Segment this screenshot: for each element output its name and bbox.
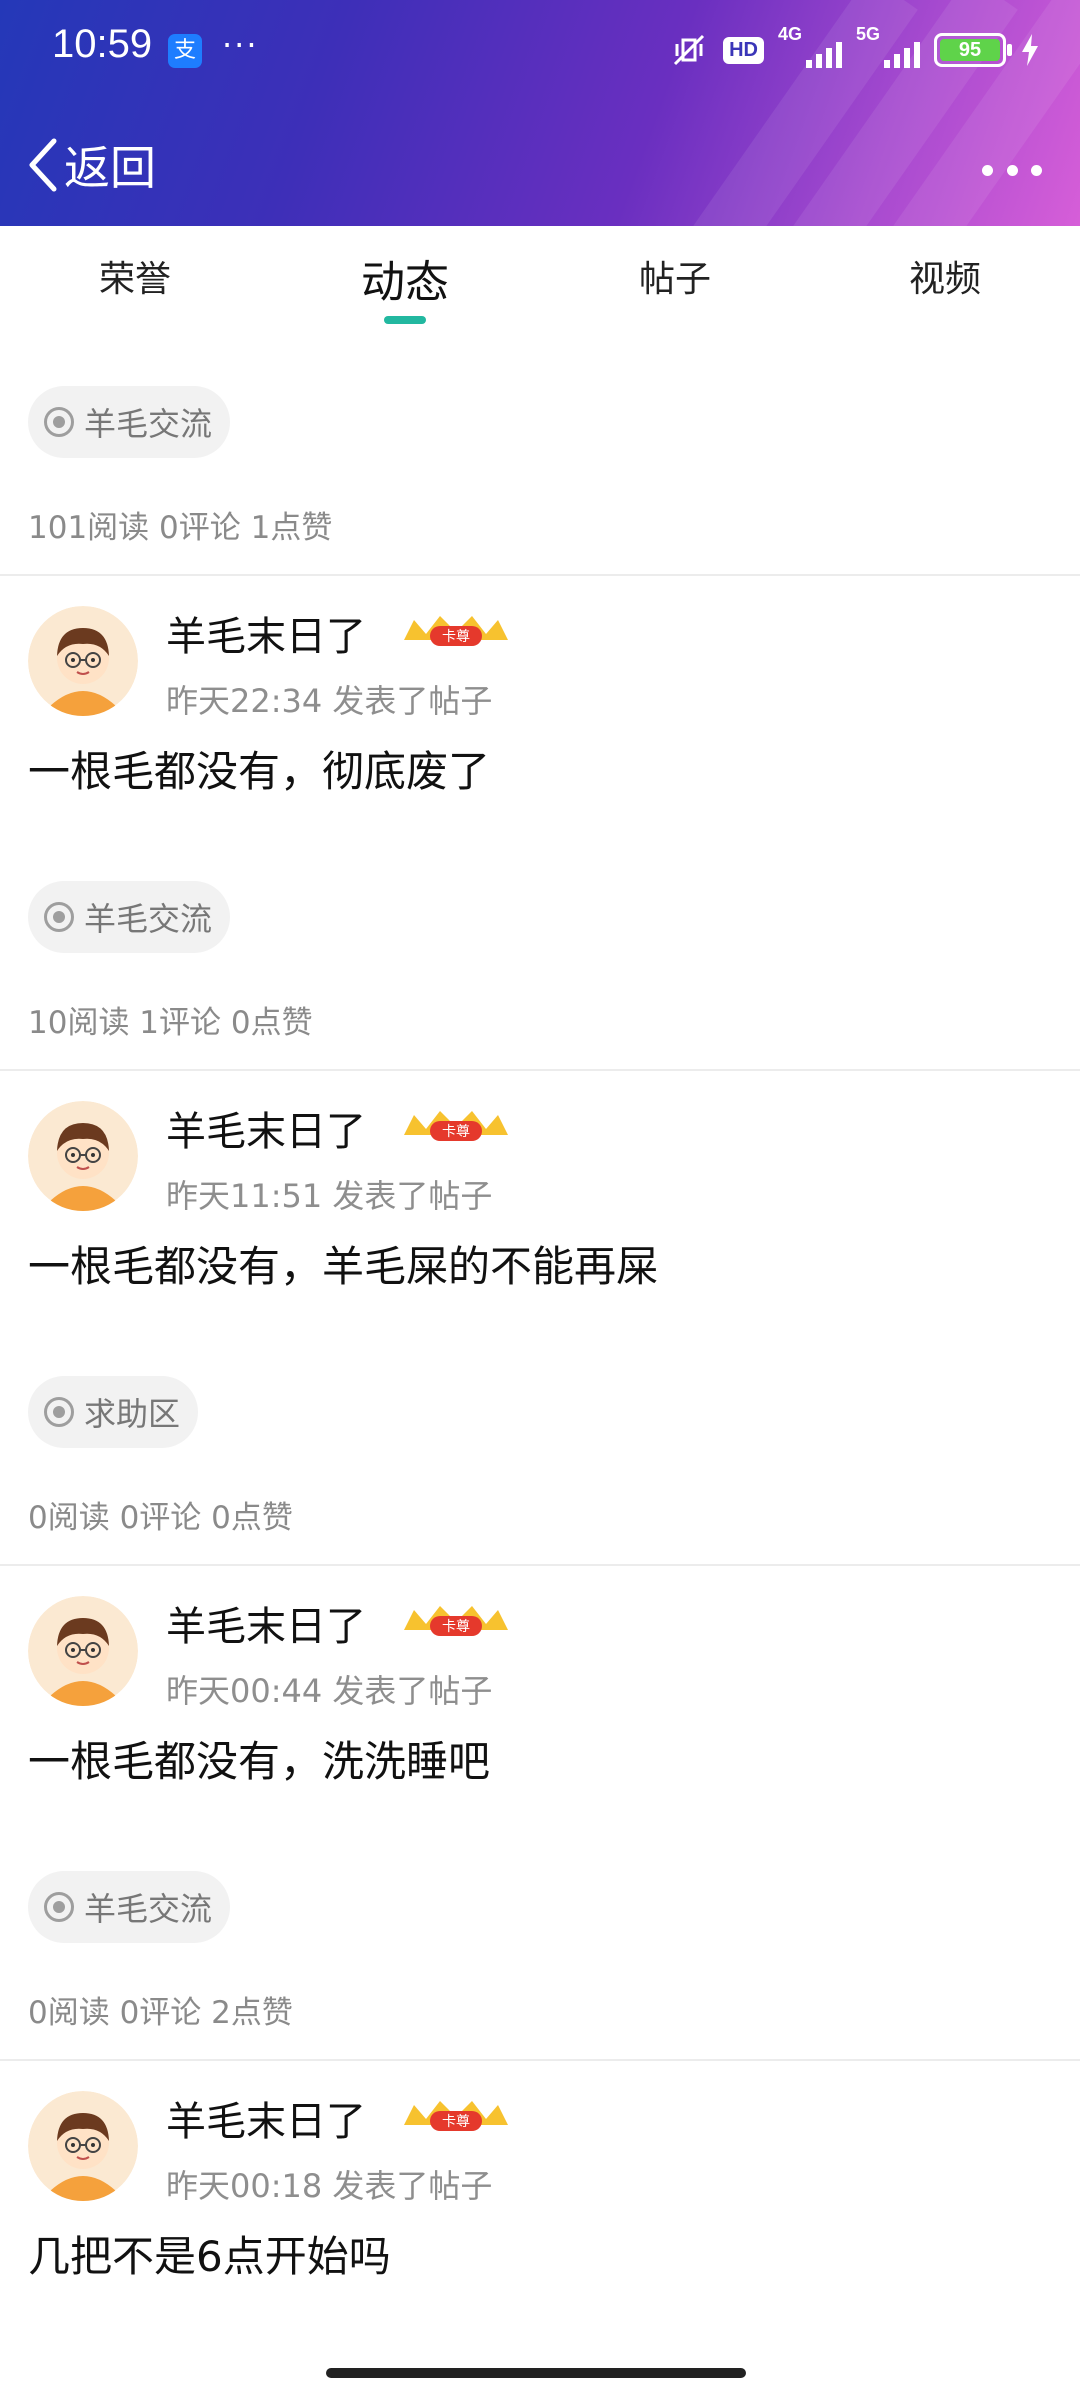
post-card[interactable]: 羊毛末日了 卡尊 昨天11:51 发表了帖子 一根毛都没有，羊毛屎的不能再屎 <box>0 1071 1080 1326</box>
notification-more-icon: ··· <box>222 26 259 64</box>
avatar-face-icon <box>28 1101 138 1211</box>
vip-crown-badge-icon: 卡尊 <box>404 1606 508 1636</box>
signal-5g-label: 5G <box>856 24 881 44</box>
author-name[interactable]: 羊毛末日了 <box>166 2089 366 2147</box>
post-meta: 昨天22:34 发表了帖子 <box>166 682 493 720</box>
avatar[interactable] <box>28 1101 138 1211</box>
signal-4g-label: 4G <box>778 24 803 44</box>
more-dot <box>1031 164 1042 176</box>
author-name[interactable]: 羊毛末日了 <box>166 604 366 662</box>
post-card[interactable]: 羊毛末日了 卡尊 昨天00:18 发表了帖子 几把不是6点开始吗 <box>0 2061 1080 2316</box>
feed-item: 羊毛交流 101阅读 0评论 1点赞 羊毛末日了 卡尊 昨天22:34 发表了帖… <box>0 336 1080 831</box>
vip-badge-text: 卡尊 <box>442 2113 470 2130</box>
post-stats: 0阅读 0评论 0点赞 <box>28 1500 293 1536</box>
vip-crown-badge-icon: 卡尊 <box>404 616 508 646</box>
topic-tag-label: 羊毛交流 <box>84 405 213 443</box>
post-content[interactable]: 几把不是6点开始吗 <box>28 2223 391 2284</box>
vip-crown-badge-icon: 卡尊 <box>404 1111 508 1141</box>
more-dot <box>1006 164 1018 176</box>
post-content[interactable]: 一根毛都没有，羊毛屎的不能再屎 <box>28 1233 658 1294</box>
vip-badge-text: 卡尊 <box>442 1618 470 1635</box>
chevron-left-icon <box>29 138 57 192</box>
alipay-icon: 支 <box>168 34 202 68</box>
charging-icon <box>1022 34 1038 66</box>
avatar[interactable] <box>28 2091 138 2201</box>
topic-icon <box>44 1397 74 1427</box>
avatar[interactable] <box>28 1596 138 1706</box>
post-stats: 0阅读 0评论 2点赞 <box>28 1995 293 2031</box>
topic-tag-chip[interactable]: 羊毛交流 <box>28 881 231 953</box>
status-time: 10:59 <box>52 22 153 66</box>
active-tab-indicator <box>384 316 426 324</box>
post-content[interactable]: 一根毛都没有，洗洗睡吧 <box>28 1728 490 1789</box>
battery-icon: 95 <box>934 33 1012 67</box>
back-button[interactable]: 返回 <box>26 130 156 200</box>
avatar-face-icon <box>28 606 138 716</box>
topic-icon <box>44 902 74 932</box>
avatar-face-icon <box>28 1596 138 1706</box>
tab-bar: 荣誉 动态 帖子 视频 <box>0 226 1080 336</box>
tab-videos[interactable]: 视频 <box>810 226 1080 336</box>
tab-label: 动态 <box>361 257 449 308</box>
post-card[interactable]: 羊毛末日了 卡尊 昨天00:44 发表了帖子 一根毛都没有，洗洗睡吧 <box>0 1566 1080 1821</box>
author-name[interactable]: 羊毛末日了 <box>166 1594 366 1652</box>
avatar-face-icon <box>28 2091 138 2201</box>
topic-tag-chip[interactable]: 羊毛交流 <box>28 1871 231 1943</box>
status-bar: 10:59 支 ··· HD 4G 5G 95 <box>0 0 1080 100</box>
topic-tag-label: 羊毛交流 <box>84 1890 213 1928</box>
topic-tag-label: 求助区 <box>84 1395 181 1433</box>
post-meta: 昨天00:18 发表了帖子 <box>166 2167 493 2205</box>
tab-label: 荣誉 <box>98 259 171 300</box>
vip-badge-text: 卡尊 <box>442 628 470 645</box>
more-dot <box>982 164 993 176</box>
feed-item: 羊毛交流 0阅读 0评论 2点赞 羊毛末日了 卡尊 昨天00:18 发表了帖子 … <box>0 1821 1080 2316</box>
avatar[interactable] <box>28 606 138 716</box>
feed-item: 羊毛交流 10阅读 1评论 0点赞 羊毛末日了 卡尊 昨天11:51 发表了帖子… <box>0 831 1080 1326</box>
vibrate-mute-icon <box>674 34 705 66</box>
battery-level: 95 <box>940 39 1000 61</box>
header: 10:59 支 ··· HD 4G 5G 95 返回 <box>0 0 1080 226</box>
vip-crown-badge-icon: 卡尊 <box>404 2101 508 2131</box>
vip-badge-text: 卡尊 <box>442 1123 470 1140</box>
back-label: 返回 <box>64 141 156 195</box>
tab-activity[interactable]: 动态 <box>270 226 540 336</box>
tab-posts[interactable]: 帖子 <box>540 226 810 336</box>
topic-icon <box>44 407 74 437</box>
topic-tag-label: 羊毛交流 <box>84 900 213 938</box>
signal-5g-icon: 5G <box>856 24 920 70</box>
more-menu-button[interactable] <box>982 150 1042 190</box>
home-indicator[interactable] <box>326 2368 746 2378</box>
post-meta: 昨天11:51 发表了帖子 <box>166 1177 493 1215</box>
hd-icon: HD <box>723 36 764 64</box>
topic-tag-chip[interactable]: 求助区 <box>28 1376 199 1448</box>
post-stats: 10阅读 1评论 0点赞 <box>28 1005 313 1041</box>
post-card[interactable]: 羊毛末日了 卡尊 昨天22:34 发表了帖子 一根毛都没有，彻底废了 <box>0 576 1080 831</box>
topic-icon <box>44 1892 74 1922</box>
tab-label: 视频 <box>908 259 981 300</box>
author-name[interactable]: 羊毛末日了 <box>166 1099 366 1157</box>
nav-bar: 返回 <box>0 120 1080 220</box>
tab-label: 帖子 <box>638 259 711 300</box>
tab-honor[interactable]: 荣誉 <box>0 226 270 336</box>
post-content[interactable]: 一根毛都没有，彻底废了 <box>28 738 490 799</box>
feed-item: 求助区 0阅读 0评论 0点赞 羊毛末日了 卡尊 昨天00:44 发表了帖子 一… <box>0 1326 1080 1821</box>
topic-tag-chip[interactable]: 羊毛交流 <box>28 386 231 458</box>
post-stats: 101阅读 0评论 1点赞 <box>28 510 333 546</box>
signal-4g-icon: 4G <box>778 24 842 70</box>
post-meta: 昨天00:44 发表了帖子 <box>166 1672 493 1710</box>
activity-feed: 羊毛交流 101阅读 0评论 1点赞 羊毛末日了 卡尊 昨天22:34 发表了帖… <box>0 336 1080 2316</box>
